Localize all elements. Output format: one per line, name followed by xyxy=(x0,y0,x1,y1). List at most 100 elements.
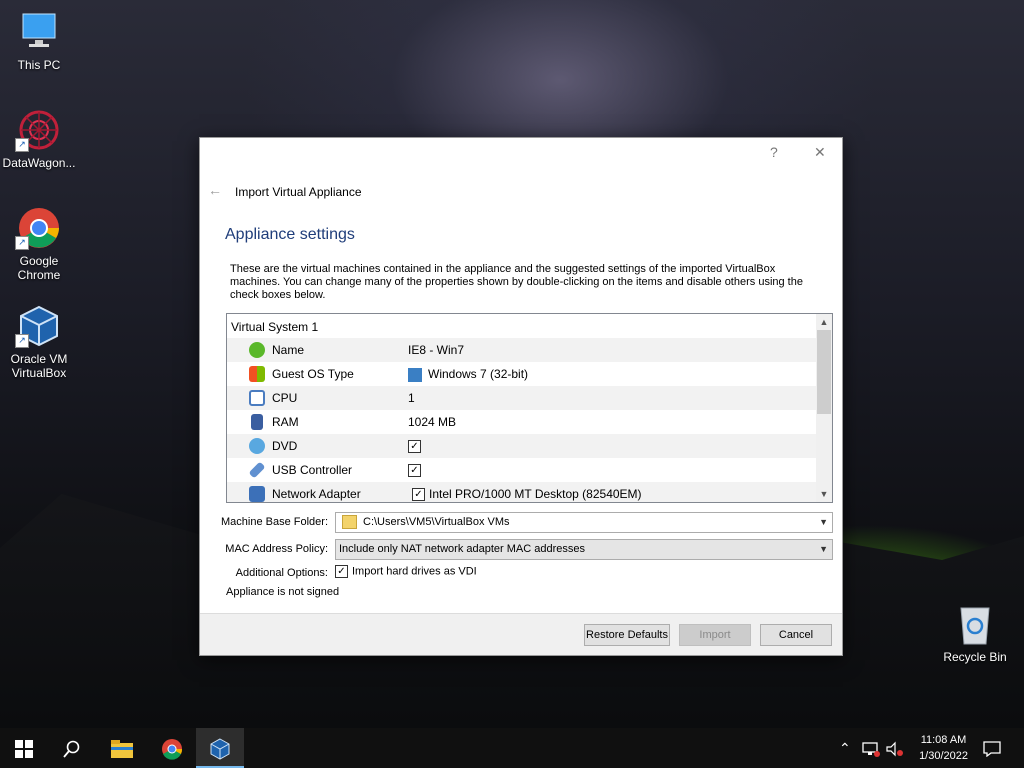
virtualbox-taskbar-button[interactable] xyxy=(196,728,244,768)
row-value: ✓ xyxy=(408,458,425,482)
tree-row-ram[interactable]: RAM 1024 MB xyxy=(227,410,817,434)
desktop-icon-label: Recycle Bin xyxy=(943,650,1007,664)
mac-policy-combo[interactable]: Include only NAT network adapter MAC add… xyxy=(335,539,833,560)
row-value: 1024 MB xyxy=(408,415,457,429)
desktop-icon-label: Google Chrome xyxy=(17,254,61,282)
chevron-down-icon: ▼ xyxy=(819,544,828,554)
clock-time: 11:08 AM xyxy=(920,734,967,746)
search-button[interactable] xyxy=(48,728,96,768)
network-status-icon[interactable] xyxy=(862,728,880,768)
base-folder-value: C:\Users\VM5\VirtualBox VMs xyxy=(363,516,510,528)
mac-policy-value: Include only NAT network adapter MAC add… xyxy=(339,543,585,555)
chevron-up-icon[interactable]: ⌃ xyxy=(839,728,851,768)
dialog-footer: Restore Defaults Import Cancel xyxy=(200,613,842,655)
tree-root-label: Virtual System 1 xyxy=(231,320,319,334)
network-icon xyxy=(249,486,265,502)
chrome-icon xyxy=(162,739,183,760)
import-appliance-dialog: ? ✕ ← Import Virtual Appliance Appliance… xyxy=(199,137,843,656)
row-value: IE8 - Win7 xyxy=(408,343,465,357)
windows-os-icon xyxy=(408,367,422,382)
desktop-icon-datawagon[interactable]: ↗ DataWagon... xyxy=(0,108,78,170)
file-explorer-button[interactable] xyxy=(98,728,146,768)
tree-row-dvd[interactable]: DVD ✓ xyxy=(227,434,817,458)
usb-icon xyxy=(248,461,266,479)
tree-row-guest-os[interactable]: Guest OS Type Windows 7 (32-bit) xyxy=(227,362,817,386)
import-button[interactable]: Import xyxy=(679,624,751,646)
desktop-icon-recycle-bin[interactable]: Recycle Bin xyxy=(936,602,1014,664)
signature-status: Appliance is not signed xyxy=(226,586,340,598)
chrome-icon: ↗ xyxy=(15,206,63,250)
row-label: Guest OS Type xyxy=(272,367,354,381)
tree-scrollbar[interactable]: ▲ ▼ xyxy=(816,314,832,502)
monitor-icon xyxy=(15,10,63,54)
base-folder-label: Machine Base Folder: xyxy=(221,516,328,528)
usb-checkbox[interactable]: ✓ xyxy=(408,464,421,478)
chevron-down-icon: ▼ xyxy=(819,517,828,527)
virtualbox-icon xyxy=(210,738,230,760)
desktop-icon-virtualbox[interactable]: ↗ Oracle VM VirtualBox xyxy=(0,304,78,380)
close-button[interactable]: ✕ xyxy=(814,144,826,161)
shortcut-arrow-icon: ↗ xyxy=(15,334,29,348)
scroll-up-icon[interactable]: ▲ xyxy=(816,315,832,329)
mac-policy-label: MAC Address Policy: xyxy=(225,543,328,555)
restore-defaults-button[interactable]: Restore Defaults xyxy=(584,624,670,646)
row-label: Name xyxy=(272,343,305,357)
tree-row-usb[interactable]: USB Controller ✓ xyxy=(227,458,817,482)
start-button[interactable] xyxy=(0,728,48,768)
network-checkbox[interactable]: ✓ xyxy=(412,488,425,502)
os-value-text: Windows 7 (32-bit) xyxy=(428,367,529,381)
desktop-icon-label: DataWagon... xyxy=(2,156,76,170)
virtualbox-icon: ↗ xyxy=(15,304,63,348)
scroll-down-icon[interactable]: ▼ xyxy=(816,487,832,501)
shortcut-arrow-icon: ↗ xyxy=(15,236,29,250)
import-vdi-label: Import hard drives as VDI xyxy=(352,565,477,578)
scroll-thumb[interactable] xyxy=(817,330,831,414)
wizard-title: Import Virtual Appliance xyxy=(235,185,362,199)
dvd-checkbox[interactable]: ✓ xyxy=(408,440,421,454)
row-label: USB Controller xyxy=(272,463,353,477)
system-clock[interactable]: 11:08 AM 1/30/2022 xyxy=(919,732,968,764)
additional-options-label: Additional Options: xyxy=(235,567,328,579)
appliance-settings-tree[interactable]: Virtual System 1 Name IE8 - Win7 Guest O… xyxy=(226,313,833,503)
import-vdi-checkbox[interactable]: ✓ xyxy=(335,565,348,578)
taskbar: ⌃ 11:08 AM 1/30/2022 xyxy=(0,728,1024,768)
volume-muted-icon[interactable] xyxy=(886,728,904,768)
folder-icon xyxy=(342,515,357,530)
import-vdi-option[interactable]: ✓ Import hard drives as VDI xyxy=(335,565,477,578)
row-label: CPU xyxy=(272,391,298,405)
desktop-icon-label: This PC xyxy=(17,58,61,72)
desktop-icon-this-pc[interactable]: This PC xyxy=(0,10,78,72)
dvd-icon xyxy=(249,438,265,454)
tree-row-network[interactable]: Network Adapter ✓ Intel PRO/1000 MT Deskt… xyxy=(227,482,817,502)
help-button[interactable]: ? xyxy=(770,144,778,160)
ram-icon xyxy=(251,414,263,430)
row-label: DVD xyxy=(272,439,298,453)
row-value: Windows 7 (32-bit) xyxy=(408,362,528,386)
windows-logo-icon xyxy=(15,740,33,759)
folder-icon xyxy=(111,740,133,759)
tree-row-cpu[interactable]: CPU 1 xyxy=(227,386,817,410)
row-label: RAM xyxy=(272,415,299,429)
base-folder-combo[interactable]: C:\Users\VM5\VirtualBox VMs ▼ xyxy=(335,512,833,533)
name-icon xyxy=(249,342,265,358)
row-label: Network Adapter xyxy=(272,487,361,501)
clock-date: 1/30/2022 xyxy=(919,750,968,762)
row-value: ✓ xyxy=(408,434,425,458)
recycle-bin-icon xyxy=(951,602,999,646)
network-value-text: Intel PRO/1000 MT Desktop (82540EM) xyxy=(429,487,642,501)
row-value: 1 xyxy=(408,391,415,405)
description-text: These are the virtual machines contained… xyxy=(230,263,803,301)
row-value: ✓ Intel PRO/1000 MT Desktop (82540EM) xyxy=(412,482,642,502)
os-icon xyxy=(249,366,265,382)
desktop-icon-chrome[interactable]: ↗ Google Chrome xyxy=(0,206,78,282)
datawagon-icon: ↗ xyxy=(15,108,63,152)
chrome-taskbar-button[interactable] xyxy=(148,728,196,768)
cpu-icon xyxy=(249,390,265,406)
search-icon xyxy=(63,740,80,758)
shortcut-arrow-icon: ↗ xyxy=(15,138,29,152)
cancel-button[interactable]: Cancel xyxy=(760,624,832,646)
notification-center-icon[interactable] xyxy=(983,728,1001,768)
back-arrow-icon[interactable]: ← xyxy=(208,182,222,198)
tree-row-name[interactable]: Name IE8 - Win7 xyxy=(227,338,817,362)
page-heading: Appliance settings xyxy=(225,226,355,243)
